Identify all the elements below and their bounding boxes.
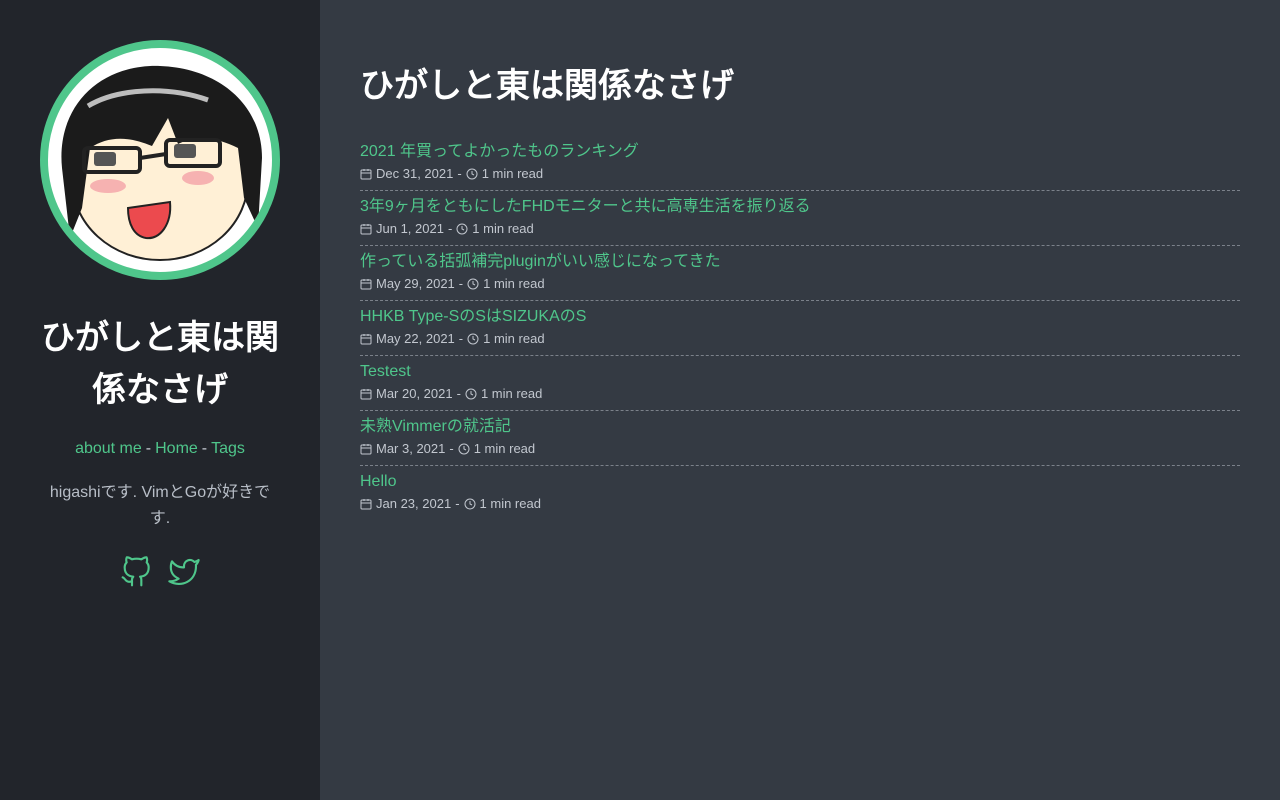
post-meta: May 29, 2021 - 1 min read (360, 275, 1240, 293)
post-meta: Mar 20, 2021 - 1 min read (360, 385, 1240, 403)
post-title-link[interactable]: 3年9ヶ月をともにしたFHDモニターと共に高専生活を振り返る (360, 197, 1240, 217)
post-meta: May 22, 2021 - 1 min read (360, 330, 1240, 348)
calendar-icon (360, 278, 372, 290)
post-item: Hello Jan 23, 2021 - 1 min read (360, 466, 1240, 520)
clock-icon (464, 498, 476, 510)
calendar-icon (360, 223, 372, 235)
post-title-link[interactable]: Testest (360, 362, 1240, 382)
bio: higashiです. VimとGoが好きです. (49, 484, 271, 527)
post-date: May 22, 2021 (376, 331, 455, 346)
post-title-link[interactable]: 未熟Vimmerの就活記 (360, 417, 1240, 437)
social-links (120, 556, 200, 588)
post-item: 3年9ヶ月をともにしたFHDモニターと共に高専生活を振り返る Jun 1, 20… (360, 191, 1240, 246)
clock-icon (456, 223, 468, 235)
github-icon[interactable] (120, 556, 152, 588)
post-read-time: 1 min read (479, 496, 541, 511)
post-date: Mar 20, 2021 (376, 386, 453, 401)
clock-icon (458, 443, 470, 455)
post-read-time: 1 min read (483, 331, 545, 346)
calendar-icon (360, 388, 372, 400)
post-date: Jan 23, 2021 (376, 496, 452, 511)
post-title-link[interactable]: 2021 年買ってよかったものランキング (360, 142, 1240, 162)
clock-icon (465, 388, 477, 400)
meta-separator: - (455, 496, 460, 511)
post-read-time: 1 min read (472, 221, 534, 236)
post-read-time: 1 min read (483, 276, 545, 291)
meta-separator: - (457, 166, 462, 181)
sidebar: ひがしと東は関係なさげ about me - Home - Tags higashiです… (0, 0, 320, 800)
post-title-link[interactable]: HHKB Type-SのSはSIZUKAのS (360, 307, 1240, 327)
nav-separator: - (145, 440, 152, 457)
nav-link-tags[interactable]: Tags (211, 440, 245, 457)
post-list: 2021 年買ってよかったものランキング Dec 31, 2021 - 1 mi… (360, 136, 1240, 520)
meta-separator: - (456, 386, 461, 401)
post-item: 作っている括弧補完pluginがいい感じになってきた May 29, 2021 … (360, 246, 1240, 301)
calendar-icon (360, 498, 372, 510)
clock-icon (466, 168, 478, 180)
avatar[interactable] (40, 40, 280, 280)
nav-separator: - (201, 440, 208, 457)
post-item: 2021 年買ってよかったものランキング Dec 31, 2021 - 1 mi… (360, 136, 1240, 191)
post-item: 未熟Vimmerの就活記 Mar 3, 2021 - 1 min read (360, 411, 1240, 466)
meta-separator: - (458, 276, 464, 291)
post-title-link[interactable]: Hello (360, 472, 1240, 492)
post-read-time: 1 min read (480, 386, 543, 401)
post-date: Mar 3, 2021 (376, 441, 446, 456)
nav-link-about[interactable]: about me (75, 440, 142, 457)
nav-link-home[interactable]: Home (155, 440, 198, 457)
post-date: Jun 1, 2021 (376, 221, 444, 236)
post-date: May 29, 2021 (376, 276, 455, 291)
calendar-icon (360, 443, 372, 455)
main-content: ひがしと東は関係なさげ 2021 年買ってよかったものランキング Dec 31,… (320, 0, 1280, 800)
post-meta: Mar 3, 2021 - 1 min read (360, 440, 1240, 458)
clock-icon (467, 333, 479, 345)
calendar-icon (360, 168, 372, 180)
post-title-link[interactable]: 作っている括弧補完pluginがいい感じになってきた (360, 252, 1240, 272)
meta-separator: - (449, 441, 454, 456)
avatar-illustration (61, 65, 263, 261)
post-date: Dec 31, 2021 (376, 166, 454, 181)
meta-separator: - (458, 331, 464, 346)
post-item: Testest Mar 20, 2021 - 1 min read (360, 356, 1240, 411)
meta-separator: - (447, 221, 453, 236)
post-meta: Jan 23, 2021 - 1 min read (360, 495, 1240, 513)
site-title: ひがしと東は関係なさげ (41, 319, 279, 409)
page-title: ひがしと東は関係なさげ (360, 67, 734, 105)
sidebar-nav: about me - Home - Tags (75, 440, 245, 458)
twitter-icon[interactable] (168, 556, 200, 588)
calendar-icon (360, 333, 372, 345)
post-read-time: 1 min read (481, 166, 544, 181)
post-item: HHKB Type-SのSはSIZUKAのS May 22, 2021 - 1 … (360, 301, 1240, 356)
clock-icon (467, 278, 479, 290)
post-meta: Dec 31, 2021 - 1 min read (360, 165, 1240, 183)
post-meta: Jun 1, 2021 - 1 min read (360, 220, 1240, 238)
post-read-time: 1 min read (473, 441, 536, 456)
